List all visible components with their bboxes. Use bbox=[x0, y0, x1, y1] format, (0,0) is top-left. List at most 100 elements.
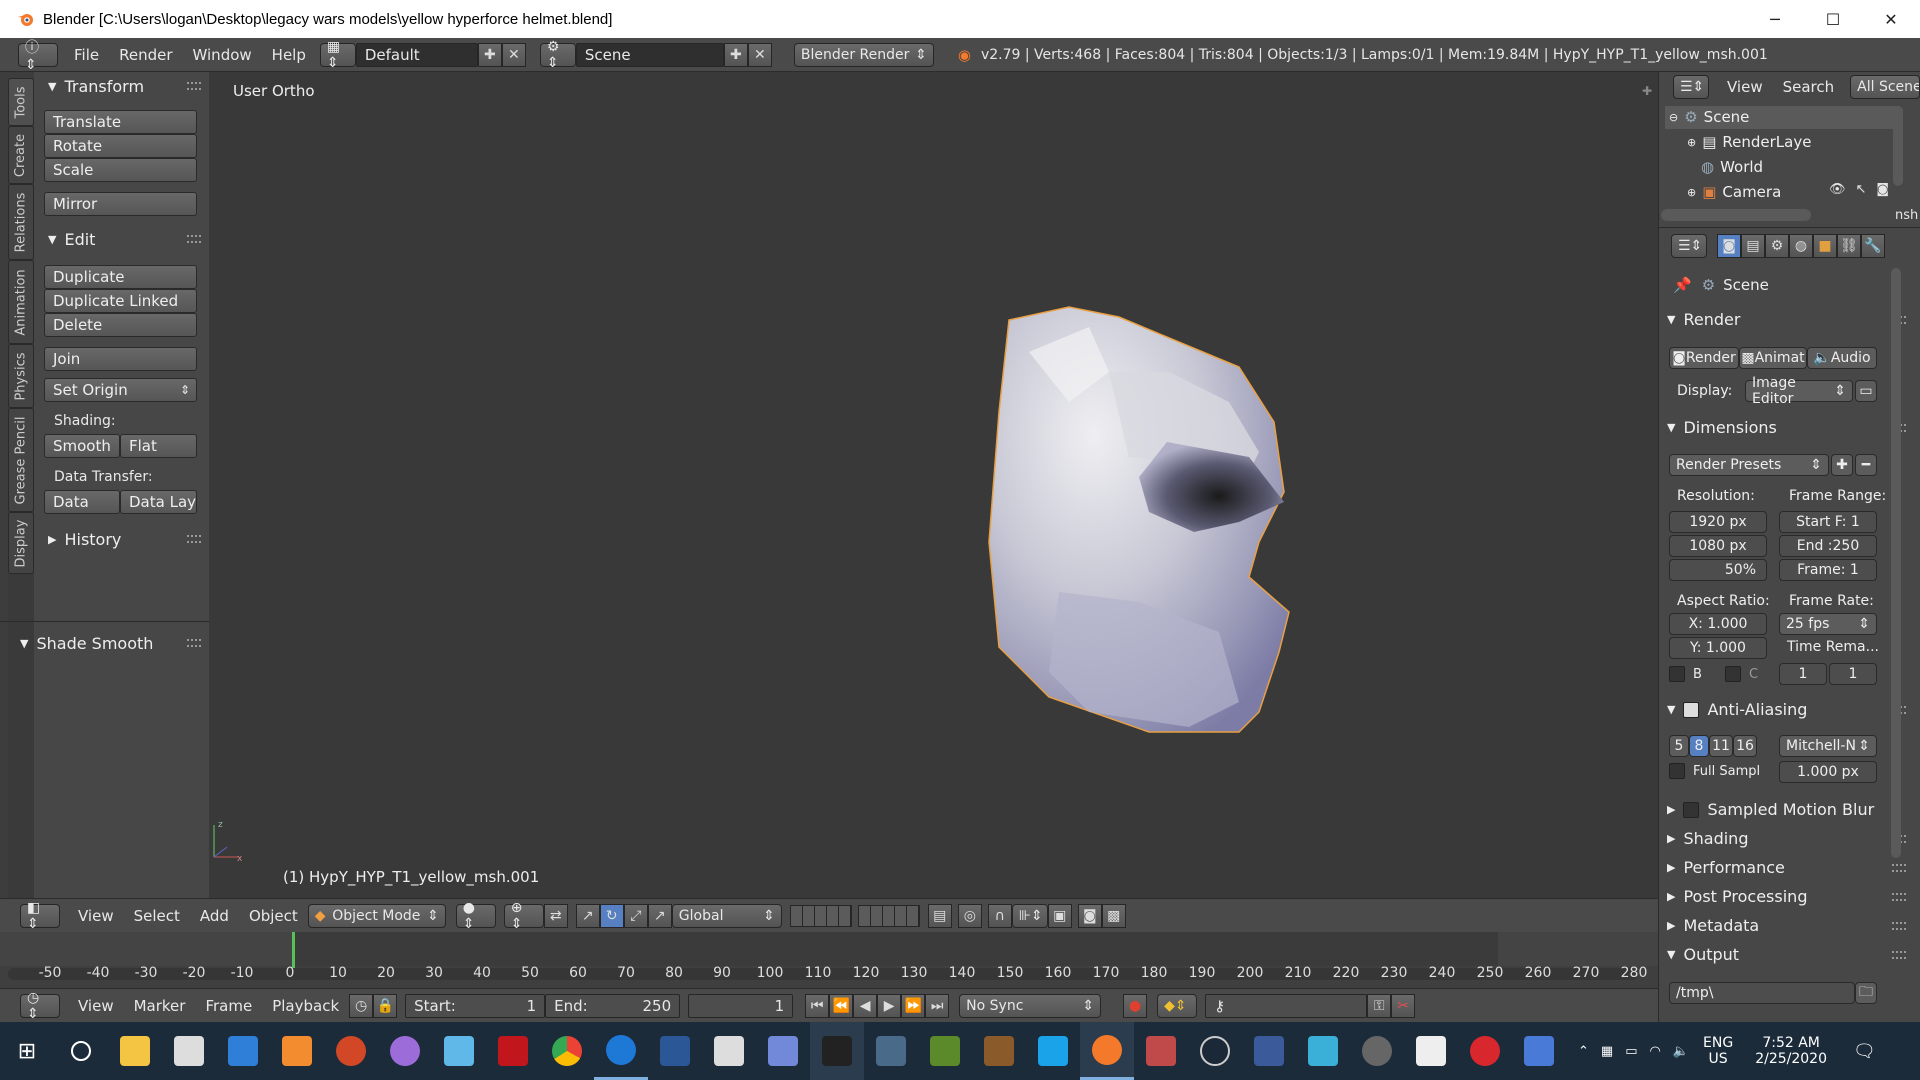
proportional-edit-button[interactable]: ◎ bbox=[957, 903, 982, 928]
scene-selector-button[interactable]: ⚙ ⇕ bbox=[539, 39, 576, 71]
maps-app[interactable] bbox=[378, 1022, 432, 1080]
archive-app[interactable] bbox=[1512, 1022, 1566, 1080]
start-frame-field[interactable]: Start F: 1 bbox=[1779, 511, 1877, 533]
tab-grease-pencil[interactable]: Grease Pencil bbox=[8, 408, 34, 512]
transform-panel-header[interactable]: ▼ Transform bbox=[48, 77, 144, 96]
current-frame-field[interactable]: 1 bbox=[688, 993, 794, 1018]
pivot-point-dropdown[interactable]: ⊕ ⇕ bbox=[503, 900, 544, 932]
prev-keyframe-button[interactable]: ⏪ bbox=[829, 993, 854, 1018]
menu-frame[interactable]: Frame bbox=[195, 997, 262, 1015]
render-presets-dropdown[interactable]: Render Presets ⇕ bbox=[1669, 454, 1829, 476]
clock[interactable]: 7:52 AM 2/25/2020 bbox=[1755, 1035, 1827, 1067]
flat-button[interactable]: Flat bbox=[120, 434, 197, 458]
game-app-3[interactable] bbox=[1134, 1022, 1188, 1080]
auto-keying-button[interactable]: ● bbox=[1123, 993, 1148, 1018]
books-app[interactable] bbox=[702, 1022, 756, 1080]
chrome-app[interactable] bbox=[540, 1022, 594, 1080]
delete-button[interactable]: Delete bbox=[44, 313, 197, 337]
add-layout-button[interactable]: ✚ bbox=[477, 42, 502, 67]
render-engine-dropdown[interactable]: Blender Render ⇕ bbox=[793, 42, 934, 67]
outliner-scrollbar-v[interactable] bbox=[1893, 106, 1903, 186]
layer-buttons[interactable] bbox=[789, 904, 920, 927]
modifiers-context-tab[interactable]: 🔧 bbox=[1861, 234, 1885, 258]
scene-field[interactable]: Scene bbox=[575, 42, 724, 67]
close-button[interactable]: ✕ bbox=[1862, 0, 1920, 38]
movies-app[interactable] bbox=[270, 1022, 324, 1080]
snap-toggle[interactable]: ∩ bbox=[987, 903, 1012, 928]
tab-tools[interactable]: Tools bbox=[8, 78, 34, 126]
time-old-field[interactable]: 1 bbox=[1779, 663, 1827, 685]
performance-panel-header[interactable]: ▶ Performance bbox=[1667, 858, 1912, 877]
viewport-shading-dropdown[interactable]: ● ⇕ bbox=[455, 900, 496, 932]
drag-grip-icon[interactable] bbox=[187, 235, 201, 243]
post-processing-panel-header[interactable]: ▶ Post Processing bbox=[1667, 887, 1912, 906]
helmet-mesh[interactable] bbox=[209, 72, 1658, 898]
mirror-button[interactable]: Mirror bbox=[44, 192, 197, 216]
pin-icon[interactable]: 📌 bbox=[1673, 276, 1692, 294]
editor-type-button[interactable]: ◧ ⇕ bbox=[20, 900, 60, 932]
duplicate-linked-button[interactable]: Duplicate Linked bbox=[44, 289, 197, 313]
menu-view[interactable]: View bbox=[68, 997, 124, 1015]
mail-app[interactable] bbox=[216, 1022, 270, 1080]
render-camera-icon[interactable]: ◙ bbox=[1876, 182, 1889, 197]
unity-app[interactable] bbox=[1404, 1022, 1458, 1080]
scale-button[interactable]: Scale bbox=[44, 158, 197, 182]
volume-icon[interactable]: 🔈 bbox=[1673, 1044, 1689, 1059]
maximize-button[interactable]: ☐ bbox=[1804, 0, 1862, 38]
end-frame-field[interactable]: End: 250 bbox=[545, 993, 681, 1018]
hex-app[interactable] bbox=[1296, 1022, 1350, 1080]
metadata-panel-header[interactable]: ▶ Metadata bbox=[1667, 916, 1912, 935]
manipulator-extra[interactable]: ↗ bbox=[647, 903, 672, 928]
discord-app[interactable] bbox=[756, 1022, 810, 1080]
menu-marker[interactable]: Marker bbox=[124, 997, 196, 1015]
resolution-y-field[interactable]: 1080 px bbox=[1669, 535, 1767, 557]
menu-help[interactable]: Help bbox=[262, 46, 316, 64]
dimensions-panel-header[interactable]: ▼ Dimensions bbox=[1667, 418, 1912, 437]
delete-keyframe-button[interactable]: ✂ bbox=[1391, 993, 1416, 1018]
tab-create[interactable]: Create bbox=[8, 126, 34, 184]
frame-rate-dropdown[interactable]: 25 fps ⇕ bbox=[1779, 613, 1877, 635]
smooth-button[interactable]: Smooth bbox=[44, 434, 120, 458]
aa-samples-16[interactable]: 16 bbox=[1733, 735, 1757, 757]
mcafee-app[interactable] bbox=[486, 1022, 540, 1080]
render-opengl-button[interactable]: ◙ bbox=[1077, 903, 1102, 928]
start-button[interactable]: ⊞ bbox=[0, 1022, 54, 1080]
drag-grip-icon[interactable] bbox=[187, 639, 201, 647]
join-button[interactable]: Join bbox=[44, 347, 197, 371]
timeline[interactable]: -50 -40 -30 -20 -10 0 10 20 30 40 50 60 70 80 90 100 110… bbox=[0, 932, 1658, 988]
search-button[interactable] bbox=[54, 1022, 108, 1080]
blender-app[interactable] bbox=[1080, 1022, 1134, 1080]
info-editor-type-button[interactable]: ⓘ ⇕ bbox=[18, 40, 58, 73]
menu-window[interactable]: Window bbox=[183, 46, 262, 64]
mega-app[interactable] bbox=[1458, 1022, 1512, 1080]
full-sample-checkbox[interactable]: Full Sampl bbox=[1669, 763, 1760, 779]
output-path-field[interactable]: /tmp\ bbox=[1669, 982, 1855, 1004]
visibility-eye-icon[interactable]: 👁 bbox=[1829, 182, 1846, 197]
frame-step-field[interactable]: Frame: 1 bbox=[1779, 559, 1877, 581]
tab-relations[interactable]: Relations bbox=[8, 184, 34, 260]
menu-file[interactable]: File bbox=[64, 46, 109, 64]
play-reverse-button[interactable]: ◀ bbox=[853, 993, 878, 1018]
add-scene-button[interactable]: ✚ bbox=[723, 42, 748, 67]
next-keyframe-button[interactable]: ⏩ bbox=[901, 993, 926, 1018]
set-origin-dropdown[interactable]: Set Origin ⇕ bbox=[44, 378, 197, 402]
anti-aliasing-checkbox[interactable] bbox=[1683, 701, 1700, 718]
screen-layout-field[interactable]: Default bbox=[355, 42, 478, 67]
remove-preset-button[interactable]: ━ bbox=[1855, 454, 1877, 476]
file-explorer-app[interactable] bbox=[108, 1022, 162, 1080]
filter-size-field[interactable]: 1.000 px bbox=[1779, 761, 1877, 783]
resolution-x-field[interactable]: 1920 px bbox=[1669, 511, 1767, 533]
edit-panel-header[interactable]: ▼ Edit bbox=[48, 230, 95, 249]
tab-animation[interactable]: Animation bbox=[8, 260, 34, 344]
outliner-editor-type-button[interactable]: ☰⇕ bbox=[1673, 75, 1709, 99]
edge-app[interactable] bbox=[594, 1022, 648, 1080]
audio-button[interactable]: 🔈 Audio bbox=[1807, 347, 1877, 369]
word-app[interactable] bbox=[648, 1022, 702, 1080]
select-arrow-icon[interactable]: ↖ bbox=[1856, 182, 1867, 197]
display-filter-dropdown[interactable]: All Scenes bbox=[1850, 75, 1920, 99]
eye-app[interactable] bbox=[1350, 1022, 1404, 1080]
powerpoint-app[interactable] bbox=[324, 1022, 378, 1080]
menu-playback[interactable]: Playback bbox=[262, 997, 349, 1015]
animation-button[interactable]: ▩ Animat bbox=[1739, 347, 1807, 369]
start-frame-field[interactable]: Start: 1 bbox=[405, 993, 546, 1018]
